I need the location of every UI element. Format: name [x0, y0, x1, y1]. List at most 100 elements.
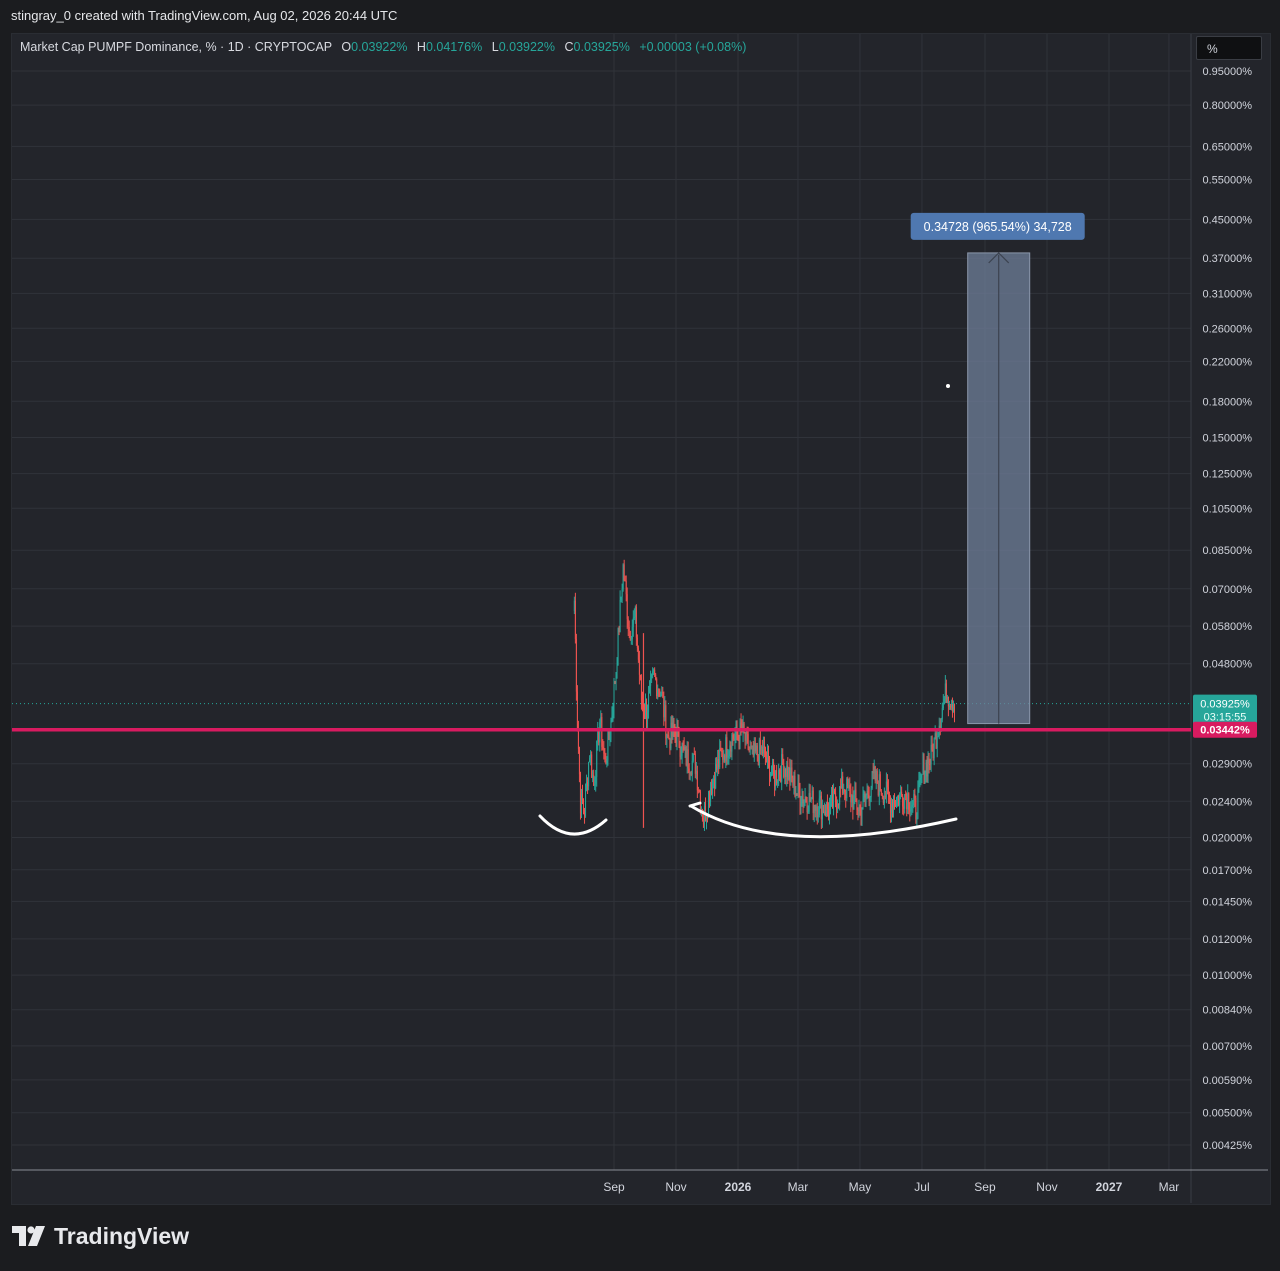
candle-body — [884, 795, 886, 798]
candle-body — [932, 749, 934, 759]
y-tick-label: 0.02400% — [1202, 796, 1252, 808]
candle-body — [626, 594, 628, 620]
candle-body — [652, 671, 654, 675]
candle-body — [588, 762, 590, 787]
candle-body — [691, 760, 693, 775]
candle-body — [880, 790, 882, 795]
candle-body — [613, 681, 615, 710]
candle-body — [598, 729, 600, 743]
candle-body — [747, 734, 749, 750]
y-tick-label: 0.01450% — [1202, 896, 1252, 908]
candle-body — [886, 781, 888, 788]
candle-body — [781, 754, 783, 782]
candle-body — [748, 749, 750, 751]
brand[interactable]: TradingView — [12, 1222, 189, 1250]
candle-body — [820, 795, 822, 820]
candle-body — [716, 764, 718, 770]
candle-body — [834, 790, 836, 793]
candle-body — [639, 674, 641, 678]
candle-body — [607, 731, 609, 761]
candle-body — [844, 789, 846, 792]
candle-body — [749, 746, 751, 750]
legend-open: 0.03922% — [351, 40, 408, 54]
candle-body — [584, 810, 586, 816]
candle-body — [688, 768, 690, 773]
candle-body — [732, 734, 734, 739]
candle-body — [825, 801, 827, 816]
y-tick-label: 0.31000% — [1202, 288, 1252, 300]
candle-body — [641, 701, 643, 704]
candle-body — [950, 703, 952, 708]
legend-low-key: L — [491, 40, 499, 54]
chart-svg[interactable]: 0.95000% 0.80000% 0.65000% 0.55000% 0.45000%… — [0, 0, 1280, 1271]
candle-body — [655, 674, 657, 679]
tradingview-logo-icon — [12, 1226, 45, 1246]
candle-body — [662, 691, 664, 698]
candle-body — [694, 753, 696, 774]
candle-body — [859, 806, 861, 808]
candle-body — [668, 735, 670, 739]
candle-body — [906, 794, 908, 810]
candle-body — [872, 771, 874, 774]
candle-body — [606, 760, 608, 764]
candle-body — [818, 798, 820, 815]
candle-body — [751, 745, 753, 747]
x-tick-label: Mar — [1159, 1180, 1180, 1194]
candle-body — [793, 775, 795, 786]
candle-body — [737, 734, 739, 737]
candle-body — [876, 770, 878, 784]
candle-body — [871, 771, 873, 789]
candle-body — [775, 770, 777, 787]
candle-body — [690, 772, 692, 775]
candle-body — [874, 766, 876, 781]
candle-body — [738, 736, 740, 745]
candle-body — [827, 808, 829, 817]
candle-body — [601, 717, 603, 747]
candle-body — [851, 795, 853, 803]
candle-body — [770, 774, 772, 781]
legend-symbol[interactable]: Market Cap PUMPF Dominance, % · 1D · CRY… — [20, 40, 332, 54]
candle-body — [790, 767, 792, 782]
candle-body — [635, 607, 637, 638]
candle-body — [838, 804, 840, 806]
x-tick-label: May — [849, 1180, 872, 1194]
candle-body — [669, 738, 671, 749]
candle-body — [946, 696, 948, 703]
candle-body — [638, 659, 640, 675]
candle-body — [608, 731, 610, 740]
candle-body — [930, 744, 932, 765]
x-tick-label: Jul — [914, 1180, 929, 1194]
candle-body — [586, 781, 588, 791]
y-tick-label: 0.08500% — [1202, 545, 1252, 557]
candle-body — [949, 705, 951, 708]
candle-body — [575, 638, 577, 692]
candle-body — [774, 773, 776, 787]
candle-body — [730, 745, 732, 752]
y-tick-label: 0.95000% — [1202, 66, 1252, 78]
candle-body — [857, 809, 859, 812]
candle-body — [931, 744, 933, 750]
candle-body — [817, 814, 819, 818]
candle-body — [788, 767, 790, 780]
candle-body — [935, 733, 937, 749]
candle-body — [805, 796, 807, 803]
candle-body — [803, 799, 805, 804]
drawing-dot — [946, 384, 950, 388]
candle-body — [602, 746, 604, 749]
candle-body — [841, 776, 843, 789]
drawing-arc-left[interactable] — [538, 814, 608, 836]
candle-body — [726, 737, 728, 758]
candle-body — [722, 751, 724, 760]
legend-open-key: O — [341, 40, 352, 54]
candle-body — [819, 795, 821, 799]
candle-body — [881, 794, 883, 797]
y-tick-label: 0.12500% — [1202, 469, 1252, 481]
candle-body — [921, 774, 923, 776]
candle-body — [792, 777, 794, 786]
candle-body — [846, 778, 848, 799]
candle-body — [766, 752, 768, 763]
scale-mode-button[interactable]: % — [1196, 36, 1262, 60]
candle-body — [923, 759, 925, 783]
candle-body — [592, 775, 594, 778]
candle-body — [870, 788, 872, 798]
